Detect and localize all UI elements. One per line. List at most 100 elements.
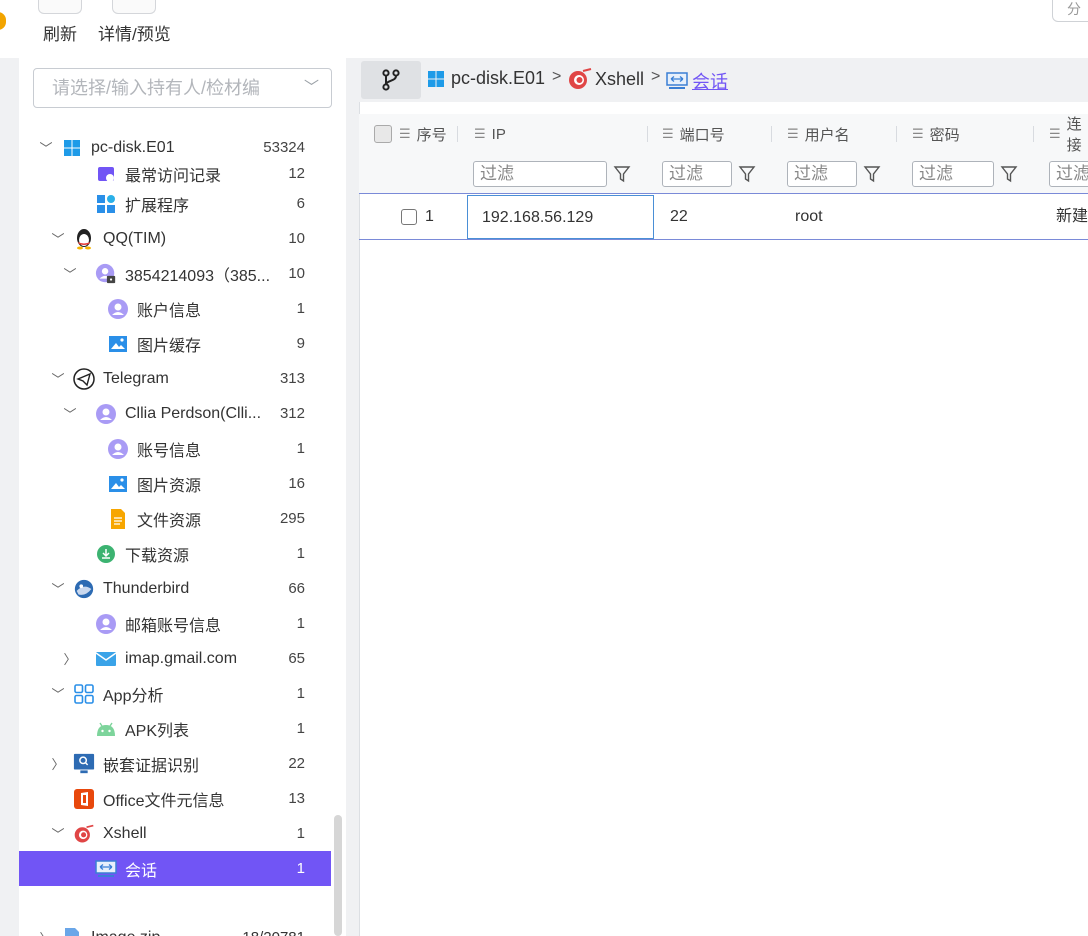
telegram-icon xyxy=(73,367,95,390)
tree-scrollbar[interactable] xyxy=(334,815,342,936)
tree-item-label: 邮箱账号信息 xyxy=(125,617,222,635)
tree-item-count: 66 xyxy=(288,580,305,597)
column-divider[interactable] xyxy=(647,126,648,142)
tree-item[interactable]: 〉 imap.gmail.com 65 xyxy=(19,641,331,676)
chevron-down-icon[interactable]: ﹀ xyxy=(49,579,67,598)
user-icon xyxy=(107,438,129,460)
cell-ip[interactable]: 192.168.56.129 xyxy=(467,195,654,239)
chevron-down-icon[interactable]: ﹀ xyxy=(49,824,67,843)
chevron-down-icon: ﹀ xyxy=(303,79,319,96)
user-icon xyxy=(95,403,117,425)
chevron-down-icon[interactable]: ﹀ xyxy=(49,229,67,248)
branch-toggle-button[interactable] xyxy=(361,61,421,99)
breadcrumb-item-session[interactable]: 会话 xyxy=(666,68,728,94)
tree-item[interactable]: 会话 1 xyxy=(19,851,331,886)
tree-item[interactable]: ﹀ QQ(TIM) 10 xyxy=(19,221,331,256)
table-row[interactable]: 1 192.168.56.129 22 root 新建 xyxy=(359,195,1088,240)
tree-item-label: 账号信息 xyxy=(137,442,202,460)
tree-item[interactable]: ﹀ Xshell 1 xyxy=(19,816,331,851)
tree-item[interactable]: Office文件元信息 13 xyxy=(19,781,331,816)
xshell-icon xyxy=(569,68,592,89)
tree-item[interactable]: 邮箱账号信息 1 xyxy=(19,606,331,641)
chevron-down-icon[interactable]: ﹀ xyxy=(61,264,79,283)
tree-item-count: 16 xyxy=(288,475,305,492)
breadcrumb-separator: > xyxy=(651,68,661,85)
column-divider[interactable] xyxy=(771,126,772,142)
owner-select[interactable]: 请选择/输入持有人/检材编 ﹀ xyxy=(33,68,332,108)
filter-icon[interactable] xyxy=(613,165,631,183)
tree-item[interactable]: ﹀ Thunderbird 66 xyxy=(19,571,331,606)
column-header-username[interactable]: ☰ 用户名 xyxy=(787,124,850,144)
tree-item[interactable]: 〉 Image.zip 18/20781 xyxy=(19,920,331,936)
column-divider[interactable] xyxy=(896,126,897,142)
filter-username-input[interactable]: 过滤 xyxy=(787,161,857,187)
evidence-tree-panel: 请选择/输入持有人/检材编 ﹀ ﹀ pc-disk.E01 53324 最常访问记录 1… xyxy=(19,58,346,936)
grid-header: ☰ 序号 ☰ IP ☰ 端口号 ☰ 用户名 ☰ 密码 ☰ 连接 过滤 过滤 过滤… xyxy=(359,114,1088,194)
breadcrumb-item-xshell[interactable]: Xshell xyxy=(567,68,644,90)
column-menu-icon: ☰ xyxy=(474,126,486,141)
column-header-index[interactable]: ☰ 序号 xyxy=(399,124,447,144)
notification-dot xyxy=(0,12,6,30)
chevron-down-icon[interactable]: ﹀ xyxy=(49,369,67,388)
select-all-checkbox[interactable] xyxy=(374,124,392,144)
filter-icon[interactable] xyxy=(738,165,756,183)
tree-item-label: QQ(TIM) xyxy=(103,229,167,247)
row-select[interactable]: 1 xyxy=(401,195,434,239)
filter-icon[interactable] xyxy=(863,165,881,183)
tree-item-label: Thunderbird xyxy=(103,579,190,597)
tree-item-count: 1 xyxy=(296,860,305,877)
tree-item-count: 22 xyxy=(288,755,305,772)
chevron-down-icon[interactable]: ﹀ xyxy=(61,404,79,423)
filter-ip-input[interactable]: 过滤 xyxy=(473,161,607,187)
tree-item[interactable]: 〉 嵌套证据识别 22 xyxy=(19,746,331,781)
cell-port[interactable]: 22 xyxy=(670,195,688,239)
chevron-right-icon[interactable]: 〉 xyxy=(49,754,67,773)
filter-port-input[interactable]: 过滤 xyxy=(662,161,732,187)
tree-item[interactable]: 下载资源 1 xyxy=(19,536,331,571)
chevron-down-icon[interactable]: ﹀ xyxy=(49,684,67,703)
tree-item[interactable]: 账户信息 1 xyxy=(19,291,331,326)
tree-item[interactable]: ﹀ Cllia Perdson(Clli... 312 xyxy=(19,396,331,431)
column-header-port[interactable]: ☰ 端口号 xyxy=(662,124,725,144)
tree-item[interactable]: 扩展程序 6 xyxy=(19,186,331,221)
tree-item[interactable]: 图片缓存 9 xyxy=(19,326,331,361)
column-divider[interactable] xyxy=(1033,126,1034,142)
tree-item[interactable]: 文件资源 295 xyxy=(19,501,331,536)
cell-connection[interactable]: 新建 xyxy=(1056,195,1088,239)
tree-item-count: 1 xyxy=(296,615,305,632)
column-divider[interactable] xyxy=(457,126,458,142)
detail-preview-button[interactable]: 详情/预览 xyxy=(98,0,171,45)
tree-item-label: Xshell xyxy=(103,824,147,842)
tree-item-label: 账户信息 xyxy=(137,302,202,320)
cell-username[interactable]: root xyxy=(795,195,823,239)
column-menu-icon: ☰ xyxy=(399,126,411,141)
filter-ip: 过滤 xyxy=(473,161,631,187)
tree-item[interactable]: 图片资源 16 xyxy=(19,466,331,501)
chevron-down-icon[interactable]: ﹀ xyxy=(37,138,55,157)
tree-item-label: 会话 xyxy=(125,862,158,880)
refresh-button[interactable]: 刷新 xyxy=(38,0,82,45)
tree-item[interactable]: 账号信息 1 xyxy=(19,431,331,466)
tree-item[interactable]: ﹀ Telegram 313 xyxy=(19,361,331,396)
column-header-ip[interactable]: ☰ IP xyxy=(474,124,506,144)
breadcrumb-label: pc-disk.E01 xyxy=(451,68,546,88)
column-header-password[interactable]: ☰ 密码 xyxy=(912,124,960,144)
filter-port: 过滤 xyxy=(662,161,756,187)
filter-icon[interactable] xyxy=(1000,165,1018,183)
breadcrumb-item-disk[interactable]: pc-disk.E01 xyxy=(427,68,545,89)
tree-item[interactable]: ﹀ App分析 1 xyxy=(19,676,331,711)
filter-connection-input[interactable]: 过滤 xyxy=(1049,161,1088,187)
tree-item[interactable]: APK列表 1 xyxy=(19,711,331,746)
tree-item-label: Image.zip xyxy=(91,929,160,936)
session-icon xyxy=(95,858,117,880)
share-button[interactable]: 分 xyxy=(1052,0,1088,22)
chevron-right-icon[interactable]: 〉 xyxy=(37,928,55,936)
tree-item-label: 3854214093（385... xyxy=(125,267,271,285)
breadcrumb-label: Xshell xyxy=(595,68,645,89)
chevron-right-icon[interactable]: 〉 xyxy=(61,649,79,668)
filter-password-input[interactable]: 过滤 xyxy=(912,161,994,187)
tree-item[interactable]: ﹀ 3854214093（385... 10 xyxy=(19,256,331,291)
column-header-connection[interactable]: ☰ 连接 xyxy=(1049,116,1088,154)
row-checkbox[interactable] xyxy=(401,209,417,225)
breadcrumb-separator: > xyxy=(552,68,562,85)
